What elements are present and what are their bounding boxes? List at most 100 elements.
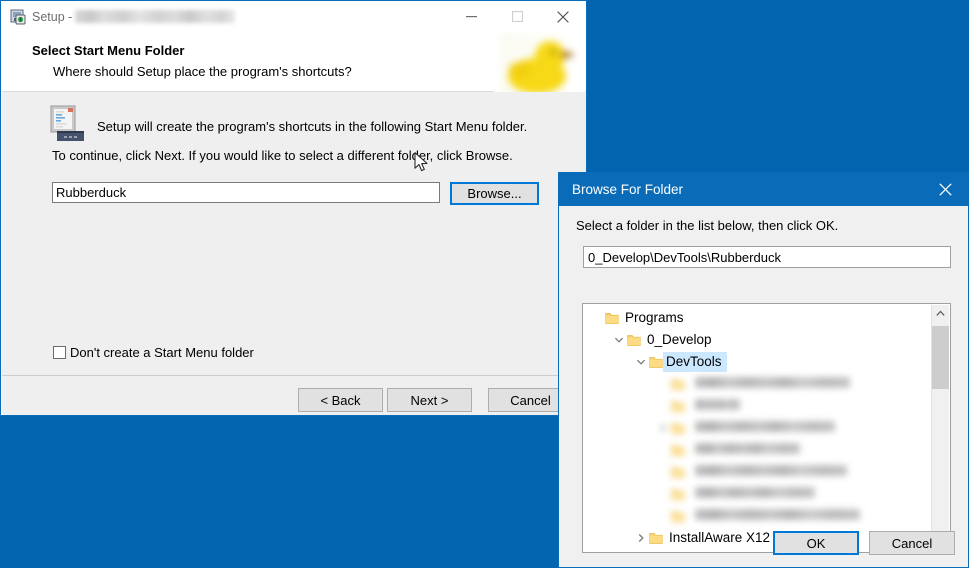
browse-button[interactable]: Browse... (450, 182, 539, 205)
tree-item[interactable] (583, 461, 933, 483)
redacted-text (695, 421, 835, 433)
folder-icon (671, 466, 685, 479)
rubber-duck-logo (493, 32, 586, 100)
setup-title-prefix: Setup - (32, 9, 73, 24)
ok-button[interactable]: OK (773, 531, 859, 555)
tree-item[interactable] (583, 483, 933, 505)
tree-chevron-placeholder (655, 376, 671, 392)
redacted-text (695, 399, 740, 411)
browse-for-folder-dialog: Browse For Folder Select a folder in the… (558, 172, 969, 568)
installer-icon (10, 9, 26, 25)
folder-icon (671, 422, 685, 434)
setup-window-title: Setup - (32, 9, 236, 24)
folder-icon (671, 400, 685, 413)
redacted-text (695, 509, 860, 521)
tree-expand-toggle-closed[interactable] (633, 530, 649, 546)
tree-item-label: Programs (625, 310, 684, 326)
dont-create-folder-checkbox-row[interactable]: Don't create a Start Menu folder (53, 345, 254, 360)
tree-chevron-placeholder (655, 464, 671, 480)
folder-icon (671, 488, 685, 500)
checkbox-icon[interactable] (53, 346, 66, 359)
browse-dialog-content: Select a folder in the list below, then … (560, 206, 968, 567)
close-icon (939, 183, 952, 196)
setup-footer-bar: < Back Next > Cancel (2, 375, 586, 415)
redacted-text (695, 465, 847, 477)
tree-item[interactable]: 0_Develop (583, 329, 933, 351)
chevron-down-icon (614, 337, 624, 343)
tree-item[interactable] (583, 373, 933, 395)
tree-item[interactable]: Programs (583, 307, 933, 329)
setup-header-band: Select Start Menu Folder Where should Se… (2, 32, 586, 100)
setup-body-panel: Setup will create the program's shortcut… (2, 92, 586, 375)
redacted-text (695, 377, 850, 389)
minimize-icon (465, 16, 477, 18)
folder-path-input[interactable] (583, 246, 951, 268)
minimize-button[interactable] (448, 2, 494, 32)
tree-item[interactable] (583, 417, 933, 439)
tree-chevron-placeholder (589, 310, 605, 326)
desktop-background: Setup - Select Start Menu Folder Where s… (0, 0, 969, 568)
browse-dialog-titlebar: Browse For Folder (559, 173, 968, 206)
scrollbar-thumb[interactable] (932, 326, 949, 389)
folder-icon (671, 422, 685, 435)
document-form-icon (50, 105, 84, 141)
tree-item-label (695, 399, 740, 413)
folder-icon (671, 510, 685, 522)
folder-icon (605, 312, 619, 324)
start-menu-folder-input[interactable] (52, 182, 440, 203)
maximize-icon (511, 11, 523, 22)
tree-chevron-placeholder (655, 398, 671, 414)
maximize-button[interactable] (494, 2, 540, 32)
tree-item-label: 0_Develop (647, 332, 712, 348)
folder-icon (649, 532, 663, 545)
tree-item[interactable]: DevTools (583, 351, 933, 373)
folder-icon (671, 400, 685, 412)
browse-cancel-button[interactable]: Cancel (869, 531, 955, 555)
folder-icon (671, 510, 685, 523)
folder-icon (671, 378, 685, 390)
tree-vertical-scrollbar[interactable] (931, 305, 949, 551)
redacted-text (695, 443, 800, 455)
tree-item-label: InstallAware X12 (669, 530, 771, 546)
tree-item-label (695, 421, 835, 435)
tree-item[interactable] (583, 505, 933, 527)
tree-item-label (695, 443, 800, 457)
folder-tree-list: Programs 0_Develop DevTools InstallAware X1… (583, 304, 933, 552)
folder-icon (671, 444, 685, 457)
tree-item-label (695, 487, 815, 501)
folder-icon (649, 532, 663, 544)
body-text-line-2: To continue, click Next. If you would li… (52, 148, 513, 163)
next-button[interactable]: Next > (387, 388, 472, 412)
folder-icon (671, 378, 685, 391)
tree-expand-toggle-closed[interactable] (655, 420, 671, 436)
browse-dialog-close-button[interactable] (923, 174, 968, 206)
chevron-right-icon (638, 533, 644, 543)
tree-item-label (695, 509, 860, 523)
back-button[interactable]: < Back (298, 388, 383, 412)
page-subtitle: Where should Setup place the program's s… (53, 64, 352, 79)
folder-icon (605, 312, 619, 325)
body-text-line-1: Setup will create the program's shortcut… (97, 119, 528, 134)
scroll-up-button[interactable] (932, 305, 949, 322)
browse-dialog-prompt: Select a folder in the list below, then … (576, 218, 839, 233)
chevron-down-icon (636, 359, 646, 365)
tree-item[interactable] (583, 395, 933, 417)
folder-icon (671, 488, 685, 501)
browse-dialog-title: Browse For Folder (572, 182, 684, 197)
folder-icon (649, 356, 663, 368)
folder-icon (671, 444, 685, 456)
close-button[interactable] (540, 2, 586, 32)
page-title: Select Start Menu Folder (32, 43, 185, 58)
chevron-right-icon (660, 423, 666, 433)
tree-item-label (695, 465, 847, 479)
folder-icon (627, 334, 641, 347)
setup-title-redacted-product-name (75, 9, 236, 23)
tree-expand-toggle-open[interactable] (633, 354, 649, 370)
tree-expand-toggle-open[interactable] (611, 332, 627, 348)
tree-item-label (695, 377, 850, 391)
tree-item[interactable] (583, 439, 933, 461)
folder-icon (627, 334, 641, 346)
close-icon (557, 10, 569, 23)
setup-wizard-window: Setup - Select Start Menu Folder Where s… (0, 0, 587, 416)
checkbox-label: Don't create a Start Menu folder (70, 345, 254, 360)
